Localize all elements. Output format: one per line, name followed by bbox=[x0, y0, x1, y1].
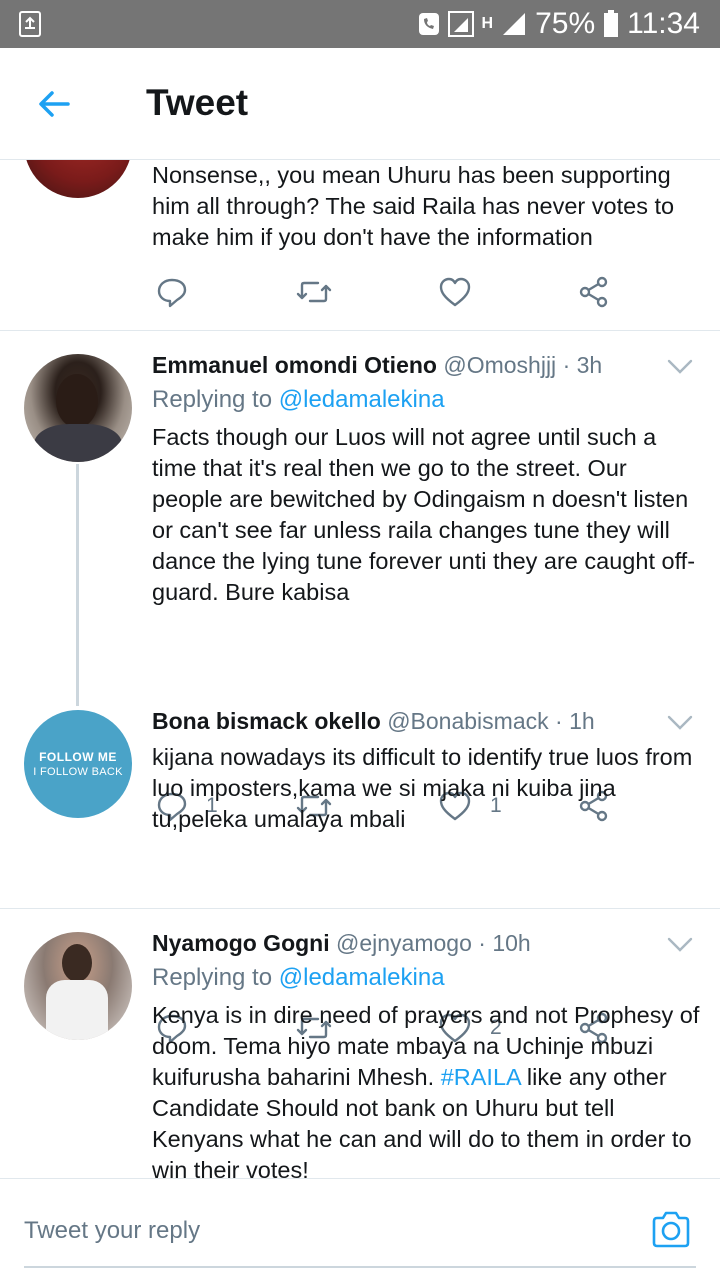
tweet-feed[interactable]: Nonsense,, you mean Uhuru has been suppo… bbox=[0, 160, 720, 1178]
reply-input[interactable]: Tweet your reply bbox=[24, 1217, 200, 1245]
author-name[interactable]: Bona bismack okello bbox=[152, 708, 381, 734]
tweet-text: Kenya is in dire need of prayers and not… bbox=[152, 1000, 702, 1178]
camera-icon[interactable] bbox=[650, 1209, 692, 1251]
phone-call-icon bbox=[418, 13, 439, 35]
signal-strength-icon bbox=[503, 13, 526, 35]
tweet-time: · 3h bbox=[562, 352, 603, 378]
avatar-text: FOLLOW ME bbox=[39, 750, 117, 764]
author-handle[interactable]: @ejnyamogo bbox=[336, 930, 472, 956]
hashtag-link[interactable]: #RAILA bbox=[441, 1064, 521, 1090]
network-type: H bbox=[481, 15, 494, 32]
tweet-author-line: Bona bismack okello @Bonabismack · 1h bbox=[152, 708, 595, 735]
tweet-time: · 1h bbox=[555, 708, 595, 734]
recycle-notification-icon bbox=[19, 11, 41, 37]
back-arrow-icon[interactable] bbox=[34, 84, 74, 124]
avatar[interactable] bbox=[24, 932, 132, 1040]
tweet-text: Facts though our Luos will not agree unt… bbox=[152, 424, 696, 605]
replying-to: Replying to @ledamalekina bbox=[152, 964, 445, 992]
tweet-author-line: Emmanuel omondi Otieno @Omoshjjj · 3h bbox=[152, 352, 602, 379]
battery-percent: 75% bbox=[535, 7, 596, 40]
avatar[interactable] bbox=[24, 160, 132, 198]
replying-to-label: Replying to bbox=[152, 964, 279, 991]
divider bbox=[0, 908, 720, 909]
tweet-actions bbox=[152, 272, 622, 312]
replying-to: Replying to @ledamalekina bbox=[152, 386, 445, 414]
like-icon bbox=[439, 277, 471, 307]
replying-to-label: Replying to bbox=[152, 386, 279, 413]
reply-icon bbox=[157, 278, 187, 308]
reply-button[interactable] bbox=[156, 272, 188, 312]
author-handle[interactable]: @Bonabismack bbox=[387, 708, 548, 734]
tweet-time: · 10h bbox=[478, 930, 531, 956]
retweet-icon bbox=[296, 281, 332, 303]
tweet-text: Nonsense,, you mean Uhuru has been suppo… bbox=[152, 162, 675, 250]
tweet-author-line: Nyamogo Gogni @ejnyamogo · 10h bbox=[152, 930, 531, 957]
app-header: Tweet bbox=[0, 48, 720, 160]
battery-icon bbox=[604, 10, 619, 37]
replying-to-mention[interactable]: @ledamalekina bbox=[279, 386, 445, 413]
thread-line bbox=[76, 464, 79, 706]
chevron-down-icon[interactable] bbox=[666, 358, 694, 376]
page-title: Tweet bbox=[146, 82, 249, 123]
signal-box-icon bbox=[447, 11, 474, 37]
avatar[interactable] bbox=[24, 354, 132, 462]
share-icon bbox=[579, 276, 608, 308]
avatar[interactable]: FOLLOW ME I FOLLOW BACK bbox=[24, 710, 132, 818]
reply-input-underline bbox=[24, 1266, 696, 1268]
tweet-text: kijana nowadays its difficult to identif… bbox=[152, 744, 693, 832]
retweet-button[interactable] bbox=[296, 272, 332, 312]
avatar-text: I FOLLOW BACK bbox=[33, 766, 123, 778]
status-bar: H 75% 11:34 bbox=[0, 0, 720, 48]
clock: 11:34 bbox=[627, 7, 700, 40]
author-name[interactable]: Nyamogo Gogni bbox=[152, 930, 330, 956]
replying-to-mention[interactable]: @ledamalekina bbox=[279, 964, 445, 991]
chevron-down-icon[interactable] bbox=[666, 936, 694, 954]
share-button[interactable] bbox=[578, 272, 610, 312]
reply-composer: Tweet your reply bbox=[0, 1178, 720, 1280]
divider bbox=[0, 330, 720, 331]
like-button[interactable] bbox=[438, 272, 472, 312]
author-name[interactable]: Emmanuel omondi Otieno bbox=[152, 352, 437, 378]
author-handle[interactable]: @Omoshjjj bbox=[443, 352, 556, 378]
chevron-down-icon[interactable] bbox=[666, 714, 694, 732]
